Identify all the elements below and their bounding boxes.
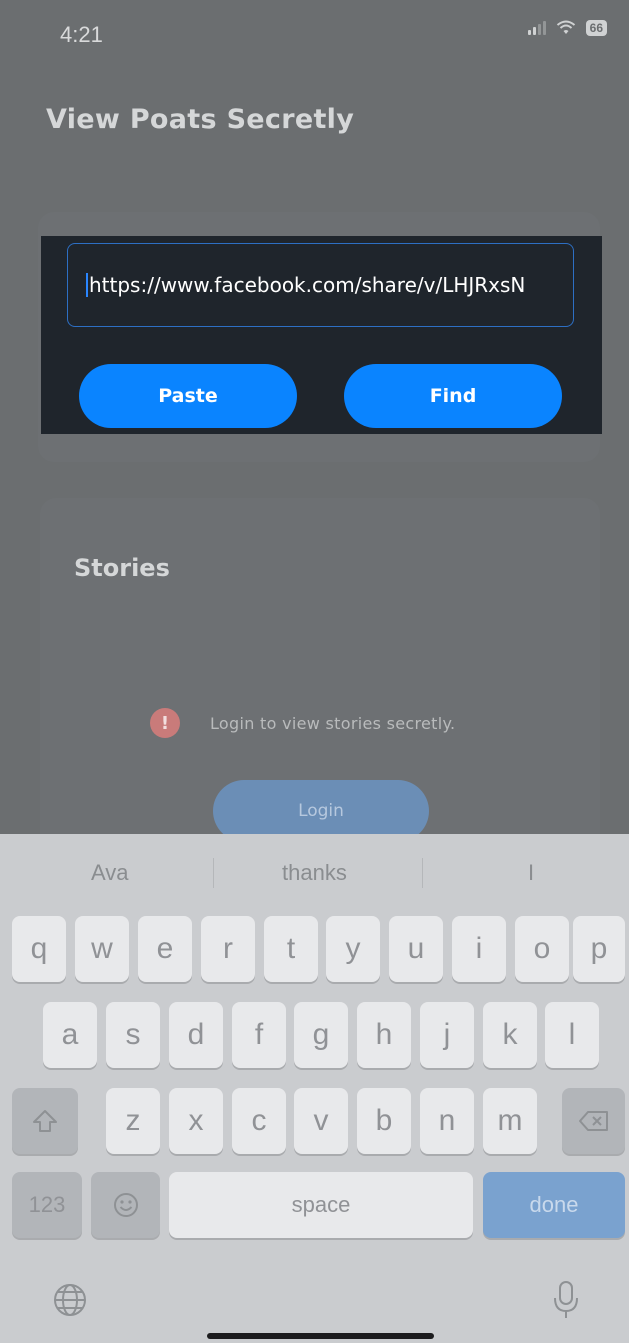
key-w[interactable]: w	[75, 916, 129, 982]
key-s[interactable]: s	[106, 1002, 160, 1068]
numbers-key[interactable]: 123	[12, 1172, 82, 1238]
emoji-key[interactable]	[91, 1172, 160, 1238]
key-i[interactable]: i	[452, 916, 506, 982]
login-notice: ! Login to view stories secretly.	[150, 708, 455, 738]
shift-icon	[33, 1110, 57, 1132]
url-input[interactable]: https://www.facebook.com/share/v/LHJRxsN	[67, 243, 574, 327]
find-button[interactable]: Find	[344, 364, 562, 428]
key-b[interactable]: b	[357, 1088, 411, 1154]
shift-key[interactable]	[12, 1088, 78, 1154]
key-v[interactable]: v	[294, 1088, 348, 1154]
page-title: View Poats Secretly	[46, 104, 355, 135]
status-icons: 66	[527, 20, 607, 36]
space-key[interactable]: space	[169, 1172, 473, 1238]
key-p[interactable]: p	[573, 916, 625, 982]
key-y[interactable]: y	[326, 916, 380, 982]
key-m[interactable]: m	[483, 1088, 537, 1154]
url-input-value: https://www.facebook.com/share/v/LHJRxsN	[89, 273, 526, 297]
globe-icon[interactable]	[52, 1282, 88, 1318]
suggestion-item[interactable]: I	[528, 860, 534, 886]
wifi-icon	[556, 20, 575, 34]
keyboard: Ava thanks I q w e r t y u i o p a s d f…	[0, 834, 629, 1343]
login-button[interactable]: Login	[213, 780, 429, 842]
key-o[interactable]: o	[515, 916, 569, 982]
battery-icon: 66	[585, 20, 607, 36]
alert-icon: !	[150, 708, 180, 738]
backspace-icon	[578, 1111, 608, 1131]
key-d[interactable]: d	[169, 1002, 223, 1068]
suggestion-divider	[213, 858, 214, 888]
delete-key[interactable]	[562, 1088, 625, 1154]
cellular-signal-icon	[527, 21, 546, 35]
suggestion-bar: Ava thanks I	[0, 834, 629, 912]
microphone-icon[interactable]	[552, 1280, 580, 1320]
key-z[interactable]: z	[106, 1088, 160, 1154]
suggestion-divider	[422, 858, 423, 888]
key-x[interactable]: x	[169, 1088, 223, 1154]
text-caret	[86, 273, 88, 297]
stories-title: Stories	[74, 554, 170, 582]
key-j[interactable]: j	[420, 1002, 474, 1068]
login-notice-text: Login to view stories secretly.	[210, 713, 456, 733]
key-a[interactable]: a	[43, 1002, 97, 1068]
status-time: 4:21	[60, 22, 103, 47]
stories-card: Stories ! Login to view stories secretly…	[40, 498, 600, 858]
status-bar: 4:21 66	[0, 0, 629, 70]
key-c[interactable]: c	[232, 1088, 286, 1154]
key-t[interactable]: t	[264, 916, 318, 982]
key-u[interactable]: u	[389, 916, 443, 982]
key-n[interactable]: n	[420, 1088, 474, 1154]
key-l[interactable]: l	[545, 1002, 599, 1068]
emoji-icon	[113, 1193, 138, 1217]
suggestion-item[interactable]: thanks	[282, 860, 347, 886]
key-h[interactable]: h	[357, 1002, 411, 1068]
done-key[interactable]: done	[483, 1172, 625, 1238]
home-indicator	[207, 1333, 434, 1339]
key-r[interactable]: r	[201, 916, 255, 982]
key-k[interactable]: k	[483, 1002, 537, 1068]
suggestion-item[interactable]: Ava	[91, 860, 129, 886]
key-f[interactable]: f	[232, 1002, 286, 1068]
search-panel: https://www.facebook.com/share/v/LHJRxsN…	[41, 236, 602, 434]
key-g[interactable]: g	[294, 1002, 348, 1068]
paste-button[interactable]: Paste	[79, 364, 297, 428]
key-q[interactable]: q	[12, 916, 66, 982]
key-e[interactable]: e	[138, 916, 192, 982]
